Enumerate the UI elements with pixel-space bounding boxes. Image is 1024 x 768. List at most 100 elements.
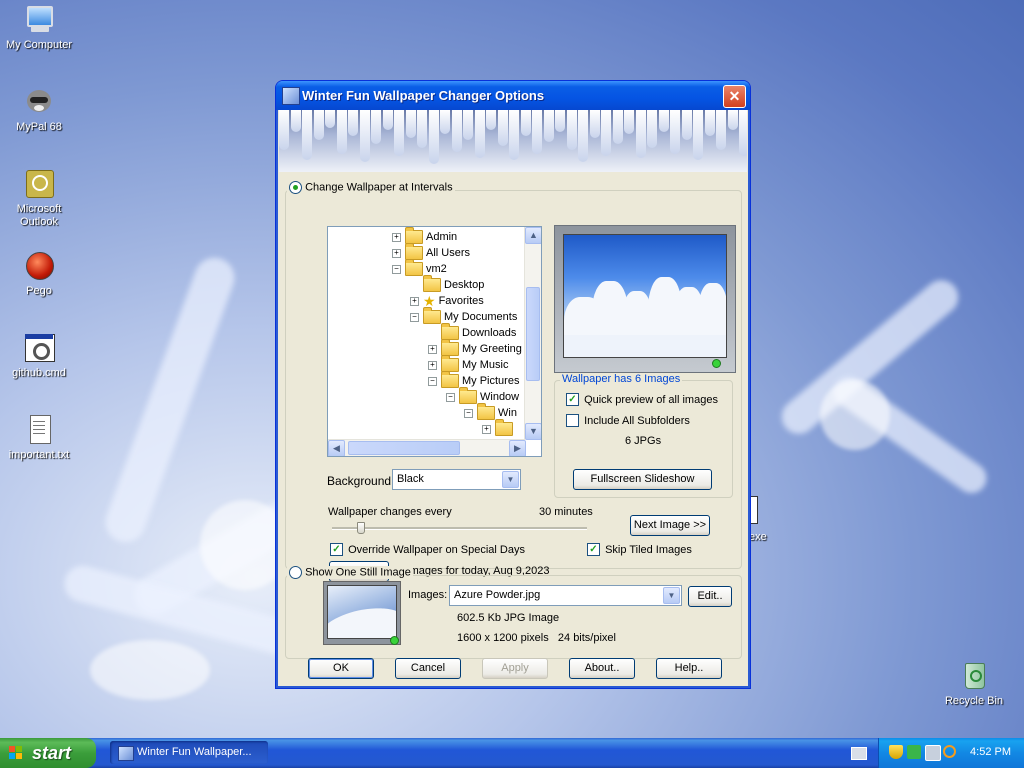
tree-node[interactable]: + All Users	[392, 243, 470, 261]
expand-toggle-icon[interactable]: +	[428, 360, 437, 370]
tree-node[interactable]: − vm2	[392, 259, 447, 277]
windows-flag-icon	[9, 746, 22, 759]
background-value: Black	[397, 473, 424, 485]
icicle	[463, 110, 473, 140]
desktop-icon-recycle-bin[interactable]: Recycle Bin	[934, 660, 1014, 708]
expand-toggle-icon[interactable]: −	[410, 312, 419, 322]
icicle	[635, 110, 646, 158]
shield-icon[interactable]	[889, 745, 903, 759]
desktop-icon-github-cmd[interactable]: github.cmd	[0, 332, 79, 380]
snow-trees-image	[563, 234, 727, 358]
checkbox[interactable]	[566, 414, 579, 427]
scroll-right-button[interactable]: ▶	[509, 440, 526, 456]
chevron-down-icon[interactable]: ▼	[502, 471, 519, 488]
tree-node[interactable]: − My Pictures	[428, 371, 519, 389]
folder-icon	[441, 323, 459, 341]
tree-node[interactable]: + My Music	[428, 355, 508, 373]
icicle	[302, 110, 312, 160]
icicle-banner	[279, 110, 747, 172]
background-select[interactable]: Black ▼	[392, 469, 521, 490]
desktop-icon-important-txt[interactable]: important.txt	[0, 414, 79, 462]
icicle	[647, 110, 657, 148]
tree-node[interactable]: − Win	[464, 403, 517, 421]
expand-toggle-icon[interactable]: −	[446, 392, 455, 402]
chevron-down-icon[interactable]: ▼	[663, 587, 680, 604]
apply-button[interactable]: Apply	[482, 658, 548, 679]
outlook-icon	[23, 168, 55, 200]
tree-vertical-scrollbar[interactable]: ▲ ▼	[524, 227, 541, 440]
images-select[interactable]: Azure Powder.jpg ▼	[449, 585, 682, 606]
expand-toggle-icon[interactable]: −	[428, 376, 437, 386]
tree-horizontal-scrollbar[interactable]: ◀ ▶	[328, 439, 526, 456]
override-special-days-checkbox[interactable]: ✓ Override Wallpaper on Special Days	[330, 543, 525, 556]
file-dimensions: 1600 x 1200 pixels 24 bits/pixel	[457, 632, 616, 644]
text-file-icon	[23, 414, 55, 446]
wallpaper-preview[interactable]	[554, 225, 736, 373]
desktop-icon-label: Recycle Bin	[944, 695, 1004, 707]
help-button[interactable]: Help..	[656, 658, 722, 679]
folder-icon	[423, 307, 441, 325]
ok-button[interactable]: OK	[308, 658, 374, 679]
interval-slider-track[interactable]	[332, 527, 587, 530]
expand-toggle-icon[interactable]: +	[428, 344, 437, 354]
expand-toggle-icon[interactable]: +	[482, 424, 491, 434]
next-image-button[interactable]: Next Image >>	[630, 515, 710, 536]
intervals-radio[interactable]: Change Wallpaper at Intervals	[287, 181, 455, 194]
scroll-thumb-horizontal[interactable]	[348, 441, 460, 455]
intervals-radio-label: Change Wallpaper at Intervals	[305, 181, 453, 194]
monitor-icon[interactable]	[925, 745, 941, 761]
still-image-thumbnail[interactable]	[323, 581, 401, 645]
tree-node-label: Window	[480, 391, 520, 403]
title-bar[interactable]: Winter Fun Wallpaper Changer Options ✕	[276, 81, 750, 110]
desktop-icon-pego[interactable]: Pego	[0, 250, 79, 298]
include-subfolders-checkbox[interactable]: Include All Subfolders	[566, 414, 690, 427]
status-indicator	[712, 359, 721, 368]
still-image-radio[interactable]: Show One Still Image	[287, 566, 413, 579]
intervals-radio-button[interactable]	[289, 181, 302, 194]
scroll-down-button[interactable]: ▼	[525, 423, 541, 440]
icicle	[509, 110, 519, 160]
icicle	[497, 110, 508, 146]
icicle	[371, 110, 381, 144]
tree-node[interactable]: − My Documents	[410, 307, 517, 325]
close-button[interactable]: ✕	[723, 85, 746, 108]
interval-slider-thumb[interactable]	[356, 522, 365, 534]
tree-node[interactable]: +	[482, 419, 516, 437]
scroll-left-button[interactable]: ◀	[328, 440, 345, 456]
tree-node[interactable]: + Admin	[392, 227, 457, 245]
icicle	[566, 110, 577, 150]
scroll-thumb[interactable]	[526, 287, 540, 381]
fullscreen-slideshow-button[interactable]: Fullscreen Slideshow	[573, 469, 712, 490]
checkbox[interactable]: ✓	[330, 543, 343, 556]
edit-button[interactable]: Edit..	[688, 586, 732, 607]
keyboard-icon[interactable]	[851, 747, 867, 760]
tree-node[interactable]: Desktop	[410, 275, 484, 293]
expand-toggle-icon[interactable]: +	[392, 232, 401, 242]
skip-tiled-checkbox[interactable]: ✓ Skip Tiled Images	[587, 543, 692, 556]
folder-icon	[405, 243, 423, 261]
start-label: start	[32, 743, 72, 763]
taskbar-item-wallpaper-changer[interactable]: Winter Fun Wallpaper...	[110, 741, 268, 764]
quick-preview-checkbox[interactable]: ✓ Quick preview of all images	[566, 393, 718, 406]
about-button[interactable]: About..	[569, 658, 635, 679]
expand-toggle-icon[interactable]: −	[464, 408, 473, 418]
checkbox[interactable]: ✓	[587, 543, 600, 556]
cancel-button[interactable]: Cancel	[395, 658, 461, 679]
desktop-icon-outlook[interactable]: Microsoft Outlook	[0, 168, 79, 229]
recycle-bin-icon	[958, 660, 990, 692]
expand-toggle-icon[interactable]: +	[410, 296, 419, 306]
network-icon[interactable]	[907, 745, 921, 759]
search-icon[interactable]	[943, 745, 956, 758]
expand-toggle-icon[interactable]: +	[392, 248, 401, 258]
tree-node[interactable]: + ★ Favorites	[410, 293, 484, 309]
expand-toggle-icon[interactable]: −	[392, 264, 401, 274]
images-value: Azure Powder.jpg	[454, 589, 541, 601]
desktop-icon-mypal[interactable]: MyPal 68	[0, 86, 79, 134]
checkbox[interactable]: ✓	[566, 393, 579, 406]
still-image-radio-button[interactable]	[289, 566, 302, 579]
desktop-icon-my-computer[interactable]: My Computer	[0, 4, 79, 52]
scroll-up-button[interactable]: ▲	[525, 227, 541, 244]
folder-tree[interactable]: ▲ ▼ ◀ ▶ + Admin + All Users − vm2 Desktop + ★ Fav…	[327, 226, 542, 457]
start-button[interactable]: start	[0, 738, 96, 768]
icicle	[417, 110, 427, 148]
